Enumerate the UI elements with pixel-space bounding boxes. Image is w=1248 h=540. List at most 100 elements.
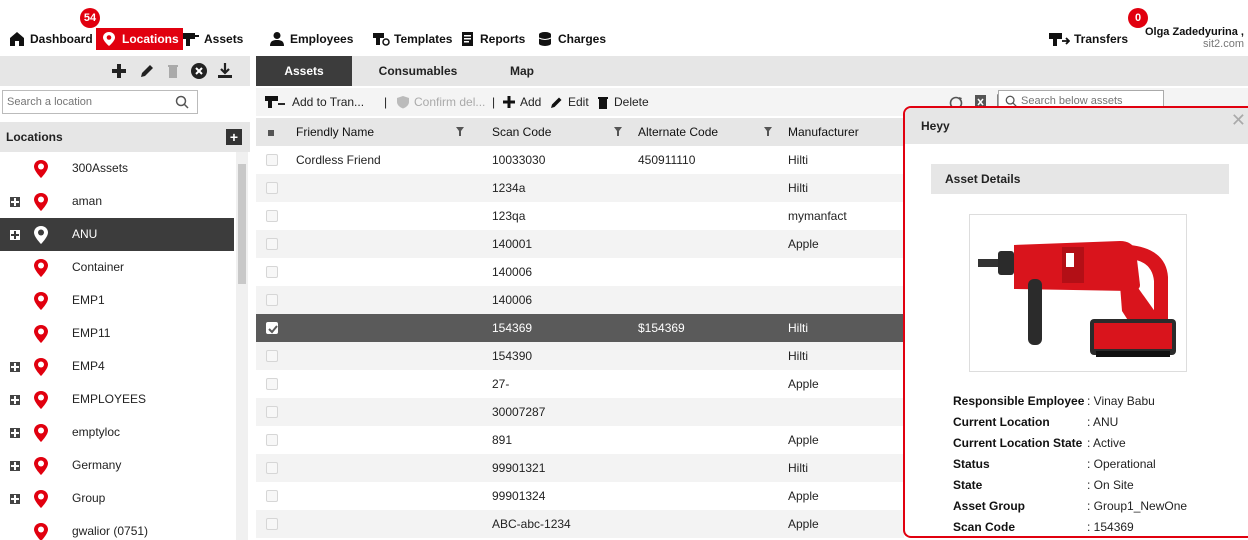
expand-icon[interactable] <box>10 395 20 405</box>
table-row[interactable]: 140001 Apple <box>256 230 904 258</box>
select-all-checkbox[interactable] <box>268 130 274 136</box>
close-icon[interactable]: ✕ <box>1231 110 1246 131</box>
location-item[interactable]: emptyloc <box>0 416 234 449</box>
column-manufacturer[interactable]: Manufacturer <box>788 125 859 139</box>
location-label: EMPLOYEES <box>72 392 147 406</box>
add-to-transfer-button[interactable]: Add to Tran... <box>292 95 364 109</box>
nav-templates[interactable]: Templates <box>372 28 452 50</box>
location-item[interactable]: EMP4 <box>0 350 234 383</box>
location-item[interactable]: 300Assets <box>0 152 234 185</box>
expand-icon[interactable] <box>10 428 20 438</box>
row-checkbox[interactable] <box>266 294 278 306</box>
nav-transfers-label: Transfers <box>1074 32 1129 46</box>
row-checkbox[interactable] <box>266 350 278 362</box>
delete-location-button[interactable] <box>164 62 182 80</box>
filter-icon[interactable] <box>456 127 464 136</box>
asset-grid: Friendly Name Scan Code Alternate Code M… <box>256 118 904 540</box>
table-row[interactable]: 154369 $154369 Hilti <box>256 314 904 342</box>
row-checkbox[interactable] <box>266 238 278 250</box>
drill-icon <box>183 33 199 46</box>
row-checkbox[interactable] <box>266 322 278 334</box>
location-item[interactable]: EMP1 <box>0 284 234 317</box>
table-row[interactable]: ABC-abc-1234 Apple <box>256 510 904 538</box>
property-value: : Operational <box>1087 457 1156 471</box>
location-label: Container <box>72 260 125 274</box>
nav-charges-label: Charges <box>558 32 607 46</box>
table-row[interactable]: 99901321 Hilti <box>256 454 904 482</box>
nav-locations[interactable]: Locations <box>96 28 183 50</box>
plus-icon <box>112 64 126 78</box>
add-asset-button[interactable]: Add <box>520 95 541 109</box>
expand-icon[interactable] <box>10 461 20 471</box>
nav-assets[interactable]: Assets <box>182 28 243 50</box>
transfer-icon <box>265 96 285 108</box>
scroll-thumb[interactable] <box>238 164 246 284</box>
location-pin-icon <box>34 292 48 310</box>
column-alternate-code[interactable]: Alternate Code <box>638 125 718 139</box>
cancel-location-button[interactable] <box>190 62 208 80</box>
location-item[interactable]: ANU <box>0 218 234 251</box>
row-checkbox[interactable] <box>266 462 278 474</box>
table-row[interactable]: 140006 <box>256 286 904 314</box>
location-list-scrollbar[interactable] <box>236 152 248 540</box>
location-item[interactable]: Group <box>0 482 234 515</box>
location-item[interactable]: EMPLOYEES <box>0 383 234 416</box>
table-row[interactable]: 99901324 Apple <box>256 482 904 510</box>
property-row: Current Location State: Active <box>953 436 1243 456</box>
location-item[interactable]: aman <box>0 185 234 218</box>
edit-asset-button[interactable]: Edit <box>568 95 589 109</box>
filter-icon[interactable] <box>614 127 622 136</box>
row-checkbox[interactable] <box>266 154 278 166</box>
table-row[interactable]: 30007287 <box>256 398 904 426</box>
delete-asset-button[interactable]: Delete <box>614 95 649 109</box>
expand-icon[interactable] <box>10 362 20 372</box>
expand-icon[interactable] <box>10 197 20 207</box>
table-row[interactable]: 891 Apple <box>256 426 904 454</box>
column-friendly-name[interactable]: Friendly Name <box>296 125 374 139</box>
row-checkbox[interactable] <box>266 378 278 390</box>
row-checkbox[interactable] <box>266 210 278 222</box>
locations-header: Locations + <box>0 122 250 152</box>
download-location-button[interactable] <box>216 62 234 80</box>
row-checkbox[interactable] <box>266 518 278 530</box>
edit-location-button[interactable] <box>138 62 156 80</box>
property-value: : ANU <box>1087 415 1119 429</box>
location-item[interactable]: gwalior (0751) <box>0 515 234 540</box>
tab-assets[interactable]: Assets <box>256 56 352 86</box>
add-root-location-button[interactable]: + <box>226 129 242 145</box>
tab-map[interactable]: Map <box>492 56 552 86</box>
location-pin-icon <box>34 391 48 409</box>
location-item[interactable]: Container <box>0 251 234 284</box>
location-item[interactable]: EMP11 <box>0 317 234 350</box>
property-row: Current Location: ANU <box>953 415 1243 435</box>
nav-transfers[interactable]: Transfers <box>1048 28 1128 50</box>
user-menu[interactable]: Olga Zadedyurina , sit2.com <box>1145 26 1244 50</box>
location-search-input[interactable] <box>3 91 163 113</box>
table-row[interactable]: 1234a Hilti <box>256 174 904 202</box>
filter-icon[interactable] <box>764 127 772 136</box>
table-row[interactable]: 27- Apple <box>256 370 904 398</box>
row-checkbox[interactable] <box>266 434 278 446</box>
table-row[interactable]: 154390 Hilti <box>256 342 904 370</box>
confirm-delivery-button[interactable]: Confirm del... <box>414 95 485 109</box>
property-value: : Vinay Babu <box>1087 394 1155 408</box>
row-checkbox[interactable] <box>266 406 278 418</box>
expand-icon[interactable] <box>10 494 20 504</box>
nav-reports[interactable]: Reports <box>458 28 525 50</box>
table-row[interactable]: 123qa mymanfact <box>256 202 904 230</box>
row-checkbox[interactable] <box>266 182 278 194</box>
row-checkbox[interactable] <box>266 490 278 502</box>
row-checkbox[interactable] <box>266 266 278 278</box>
nav-employees[interactable]: Employees <box>268 28 353 50</box>
column-scan-code[interactable]: Scan Code <box>492 125 551 139</box>
tab-consumables[interactable]: Consumables <box>368 56 468 86</box>
location-item[interactable]: Germany <box>0 449 234 482</box>
add-location-button[interactable] <box>110 62 128 80</box>
nav-charges[interactable]: Charges <box>536 28 606 50</box>
location-label: EMP11 <box>72 326 111 340</box>
location-search[interactable] <box>2 90 198 114</box>
nav-dashboard[interactable]: Dashboard <box>8 28 93 50</box>
table-row[interactable]: Cordless Friend 10033030 450911110 Hilti <box>256 146 904 174</box>
table-row[interactable]: 140006 <box>256 258 904 286</box>
expand-icon[interactable] <box>10 230 20 240</box>
